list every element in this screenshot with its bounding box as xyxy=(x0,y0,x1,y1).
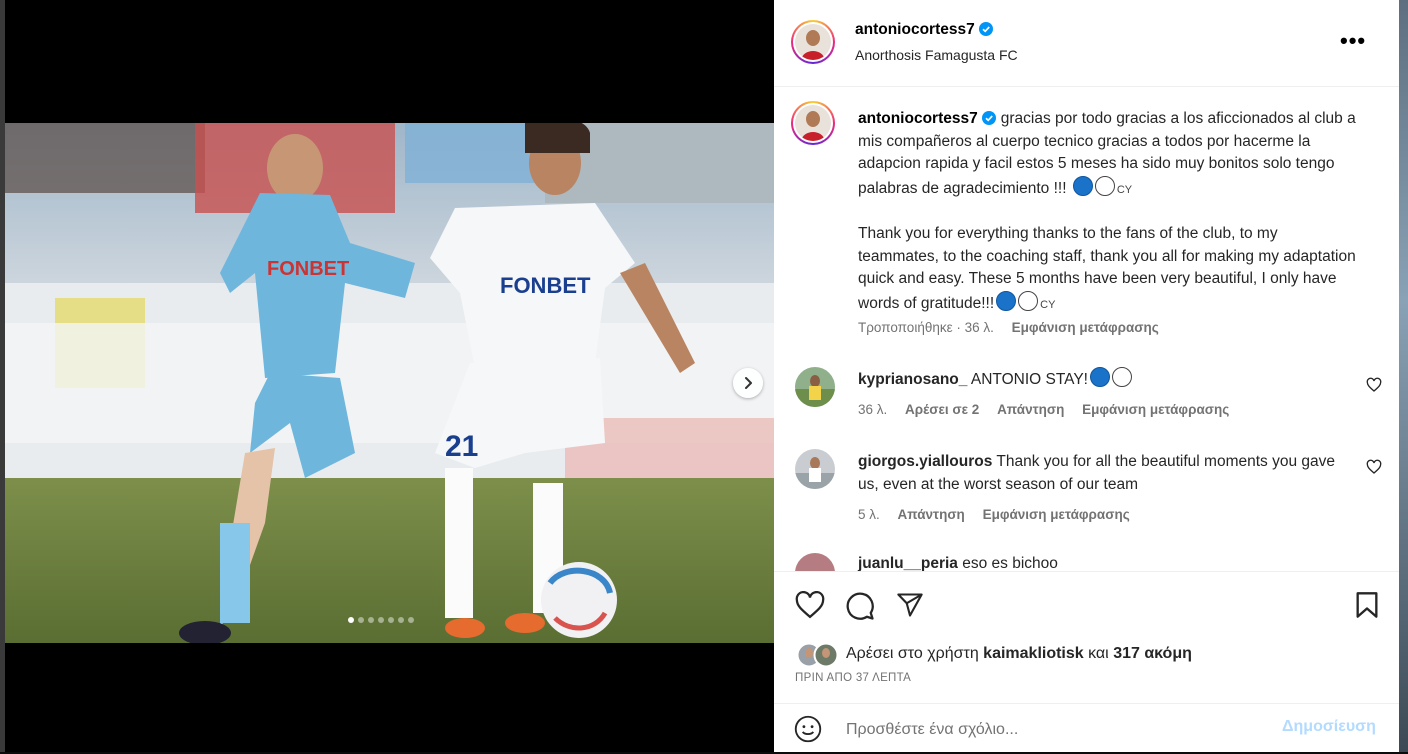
comment-text: ANTONIO STAY! xyxy=(970,371,1088,388)
carousel-dot xyxy=(388,617,394,623)
post-location[interactable]: Anorthosis Famagusta FC xyxy=(855,47,1018,63)
flag-white-circle xyxy=(1112,367,1132,387)
svg-text:FONBET: FONBET xyxy=(500,273,591,298)
post-actions: Αρέσει στο χρήστη kaimakliotisk και 317 … xyxy=(774,571,1399,753)
commenter-avatar[interactable] xyxy=(795,553,835,571)
post-comment-button[interactable]: Δημοσίευση xyxy=(1282,718,1376,736)
bookmark-icon[interactable] xyxy=(1354,591,1380,619)
caption-username[interactable]: antoniocortess7 xyxy=(858,110,996,127)
comment-username[interactable]: juanlu__peria xyxy=(858,555,958,571)
caption-edited-time: Τροποποιήθηκε · 36 λ. xyxy=(858,320,994,335)
comment-reply-button[interactable]: Απάντηση xyxy=(898,507,965,522)
comment-reply-button[interactable]: Απάντηση xyxy=(997,402,1064,417)
flag-blue-circle xyxy=(996,290,1017,311)
comment-body: juanlu__peria eso es bichoo xyxy=(858,553,1348,571)
comment-text: eso es bichoo xyxy=(962,555,1058,571)
svg-text:21: 21 xyxy=(445,430,478,463)
post-timestamp[interactable]: ΠΡΙΝ ΑΠΟ 37 ΛΕΠΤΑ xyxy=(795,672,911,684)
carousel-next-button[interactable] xyxy=(733,368,763,398)
post-media: FONBET FONBET 21 xyxy=(5,0,774,752)
comment-like-icon[interactable] xyxy=(1366,459,1382,475)
comment-body: kyprianosano_ ANTONIO STAY! xyxy=(858,367,1348,392)
comment-icon[interactable] xyxy=(845,591,875,621)
comment-input[interactable] xyxy=(844,717,1268,743)
carousel-dot xyxy=(358,617,364,623)
flag-cy-label: CY xyxy=(1040,298,1056,311)
comment-username[interactable]: kyprianosano_ xyxy=(858,371,967,388)
svg-text:FONBET: FONBET xyxy=(267,258,349,280)
post-header: antoniocortess7 Anorthosis Famagusta FC … xyxy=(774,0,1399,87)
carousel-dot xyxy=(378,617,384,623)
author-avatar[interactable] xyxy=(791,20,835,64)
author-username[interactable]: antoniocortess7 xyxy=(855,21,993,39)
verified-badge-icon xyxy=(978,22,993,36)
emoji-icon[interactable] xyxy=(794,715,822,743)
caption-see-translation[interactable]: Εμφάνιση μετάφρασης xyxy=(1012,320,1159,335)
carousel-dot xyxy=(398,617,404,623)
avatar-image xyxy=(795,24,831,60)
comment-time: 36 λ. xyxy=(858,402,888,417)
likes-others[interactable]: 317 ακόμη xyxy=(1113,645,1192,662)
comment-see-translation[interactable]: Εμφάνιση μετάφρασης xyxy=(1082,402,1229,417)
verified-badge-icon xyxy=(981,111,996,125)
avatar-image xyxy=(795,105,831,141)
likes-prefix: Αρέσει στο χρήστη xyxy=(846,645,979,662)
avatar-image xyxy=(795,449,835,489)
comment-meta: 36 λ. Αρέσει σε 2 Απάντηση Εμφάνιση μετά… xyxy=(858,402,1229,417)
carousel-dot xyxy=(368,617,374,623)
comment-username[interactable]: giorgos.yiallouros xyxy=(858,453,992,470)
carousel-dot xyxy=(348,617,354,623)
flag-white-circle xyxy=(1094,175,1115,196)
heart-icon[interactable] xyxy=(795,591,825,619)
flag-cy-label: CY xyxy=(1116,183,1133,196)
comment-body: giorgos.yiallouros Thank you for all the… xyxy=(858,451,1348,496)
commenter-avatar[interactable] xyxy=(795,367,835,407)
avatar-image xyxy=(796,642,839,668)
carousel-indicator xyxy=(348,617,414,623)
likes-conj: και xyxy=(1088,645,1109,662)
flag-white-circle xyxy=(1018,290,1039,311)
caption-text-en: Thank you for everything thanks to the f… xyxy=(858,225,1356,312)
flag-blue-circle xyxy=(1090,367,1110,387)
more-options-icon[interactable]: ••• xyxy=(1340,28,1366,54)
caption-avatar[interactable] xyxy=(791,101,835,145)
likes-summary: Αρέσει στο χρήστη kaimakliotisk και 317 … xyxy=(846,645,1192,663)
comment-meta: 5 λ. Απάντηση Εμφάνιση μετάφρασης xyxy=(858,507,1130,522)
flag-blue-circle xyxy=(1072,175,1093,196)
carousel-next-icon xyxy=(745,377,752,389)
share-icon[interactable] xyxy=(896,591,924,619)
commenter-avatar[interactable] xyxy=(795,449,835,489)
comment-likes-count[interactable]: Αρέσει σε 2 xyxy=(905,402,979,417)
comment-see-translation[interactable]: Εμφάνιση μετάφρασης xyxy=(983,507,1130,522)
comment-like-icon[interactable] xyxy=(1366,377,1382,393)
post-photo[interactable]: FONBET FONBET 21 xyxy=(5,123,774,643)
likers-avatars[interactable] xyxy=(796,642,842,668)
likes-user[interactable]: kaimakliotisk xyxy=(983,645,1084,662)
comment-time: 5 λ. xyxy=(858,507,880,522)
post-side-panel: antoniocortess7 Anorthosis Famagusta FC … xyxy=(774,0,1399,752)
comments-list[interactable]: antoniocortess7 gracias por todo gracias … xyxy=(774,87,1399,571)
post-caption: antoniocortess7 gracias por todo gracias … xyxy=(858,108,1358,316)
avatar-image xyxy=(795,553,835,571)
add-comment-bar: Δημοσίευση xyxy=(774,703,1399,754)
avatar-image xyxy=(795,367,835,407)
caption-meta: Τροποποιήθηκε · 36 λ. Εμφάνιση μετάφραση… xyxy=(858,320,1159,335)
carousel-dot xyxy=(408,617,414,623)
background-window-edge xyxy=(1399,0,1408,752)
